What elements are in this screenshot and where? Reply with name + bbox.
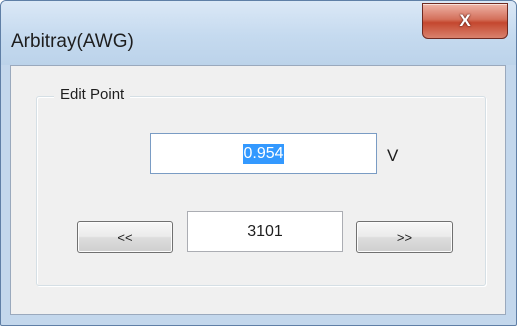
close-icon: X [459, 11, 471, 30]
point-index-field[interactable]: 3101 [187, 211, 343, 252]
window-title: Arbitray(AWG) [11, 31, 134, 52]
value-input[interactable]: 0.954 [150, 133, 377, 174]
previous-point-button[interactable]: << [77, 221, 173, 253]
close-button[interactable]: X [422, 3, 508, 39]
edit-point-groupbox [36, 96, 486, 286]
title-bar[interactable]: Arbitray(AWG) X [1, 1, 516, 65]
next-point-button[interactable]: >> [356, 221, 453, 253]
unit-label: V [387, 146, 399, 165]
value-selected-text: 0.954 [243, 143, 284, 164]
groupbox-label: Edit Point [54, 86, 131, 103]
